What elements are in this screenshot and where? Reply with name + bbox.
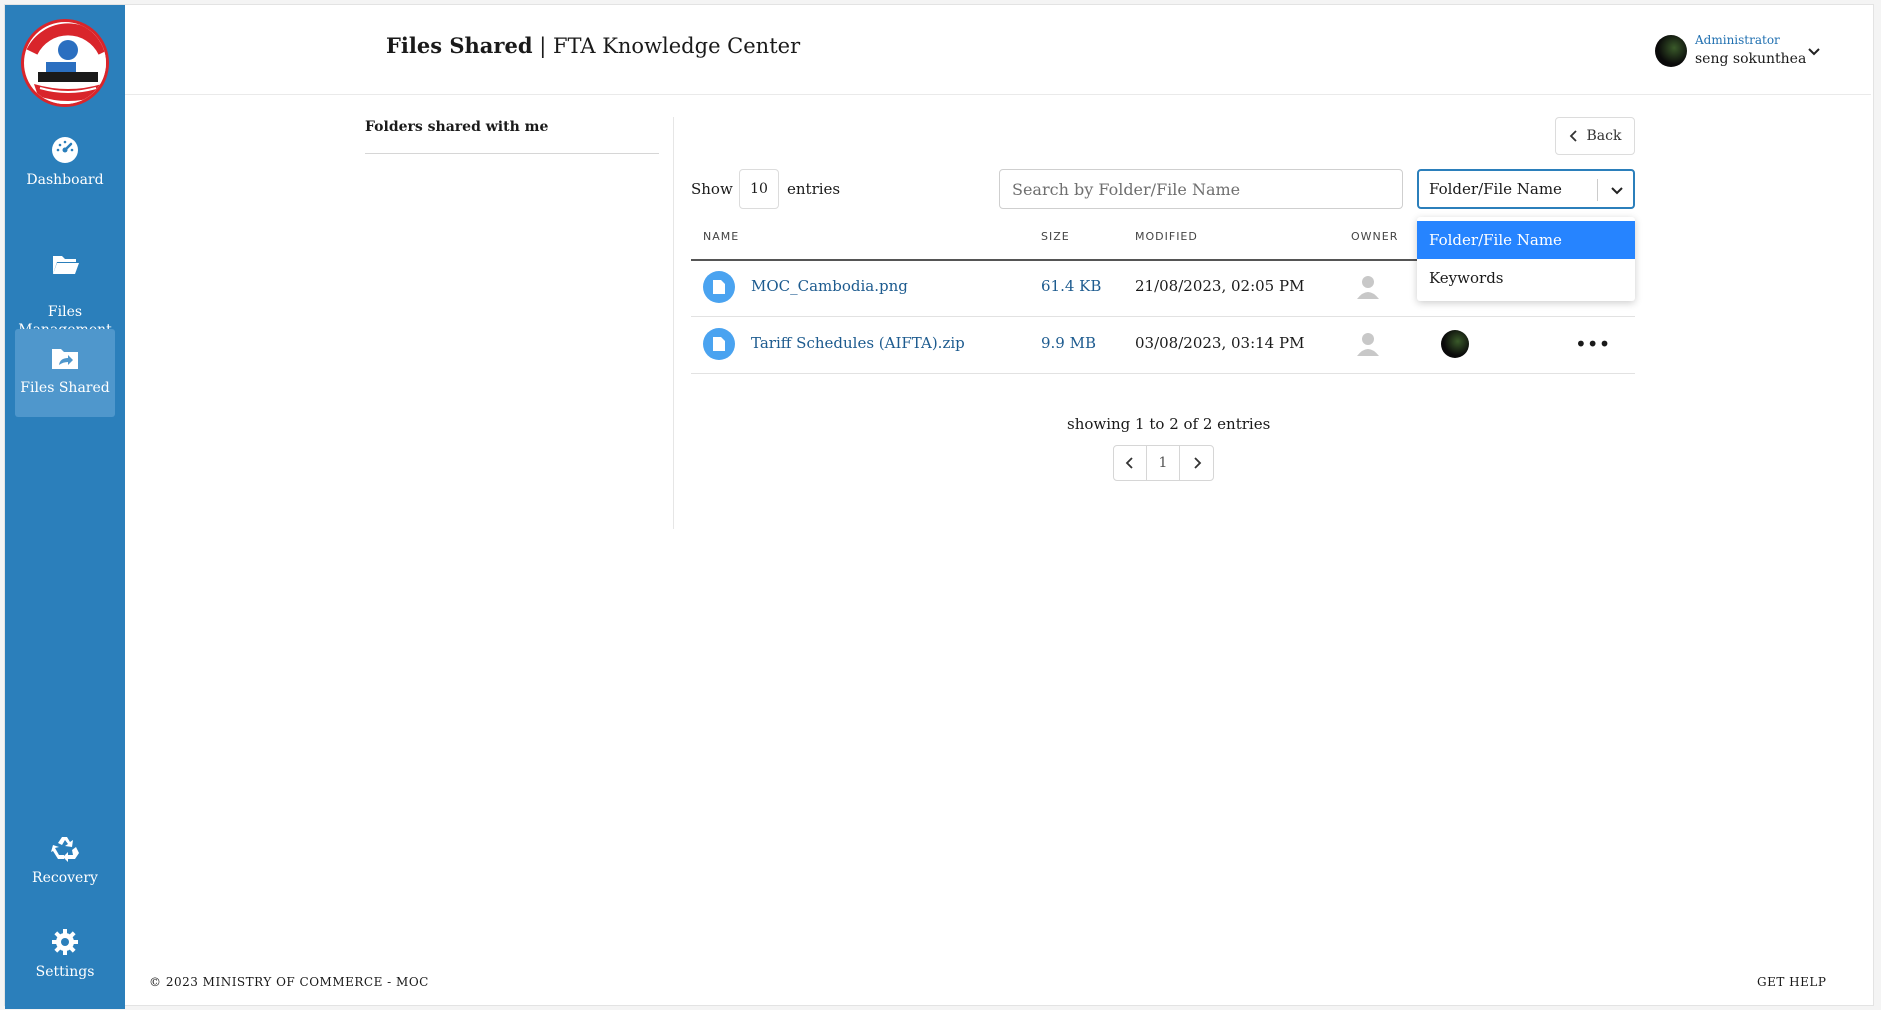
sidebar-item-label: Dashboard bbox=[26, 172, 104, 188]
sidebar-item-label: Settings bbox=[35, 964, 95, 980]
search-by-select[interactable]: Folder/File Name bbox=[1417, 169, 1635, 209]
chevron-left-icon bbox=[1125, 457, 1133, 469]
column-header-modified[interactable]: MODIFIED bbox=[1135, 230, 1198, 243]
top-header: Files Shared | FTA Knowledge Center Admi… bbox=[125, 5, 1871, 95]
entries-label: entries bbox=[787, 180, 841, 198]
ministry-logo[interactable] bbox=[21, 19, 109, 107]
back-label: Back bbox=[1586, 128, 1622, 144]
show-label: Show bbox=[691, 180, 733, 198]
user-role: Administrator bbox=[1695, 33, 1780, 47]
shared-folder-icon bbox=[52, 349, 78, 369]
chevron-right-icon bbox=[1193, 457, 1201, 469]
entries-summary: showing 1 to 2 of 2 entries bbox=[1067, 415, 1271, 433]
folders-shared-heading[interactable]: Folders shared with me bbox=[365, 119, 548, 135]
file-name-link[interactable]: Tariff Schedules (AIFTA).zip bbox=[751, 334, 965, 352]
file-modified: 03/08/2023, 03:14 PM bbox=[1135, 334, 1305, 352]
user-avatar[interactable] bbox=[1655, 35, 1687, 67]
file-icon bbox=[703, 271, 735, 303]
file-modified: 21/08/2023, 02:05 PM bbox=[1135, 277, 1305, 295]
column-header-size[interactable]: SIZE bbox=[1041, 230, 1070, 243]
file-size: 61.4 KB bbox=[1041, 277, 1102, 295]
divider bbox=[365, 153, 659, 154]
page-title-strong: Files Shared bbox=[386, 33, 533, 58]
file-size: 9.9 MB bbox=[1041, 334, 1097, 352]
sidebar-item-files-shared[interactable]: Files Shared bbox=[15, 329, 115, 417]
column-header-name[interactable]: NAME bbox=[703, 230, 739, 243]
more-options-icon[interactable]: ••• bbox=[1575, 334, 1610, 354]
dropdown-option-keywords[interactable]: Keywords bbox=[1417, 259, 1635, 297]
user-name[interactable]: seng sokunthea bbox=[1695, 51, 1806, 67]
footer-copyright: © 2023 MINISTRY OF COMMERCE - MOC bbox=[149, 975, 429, 989]
back-button[interactable]: Back bbox=[1555, 117, 1635, 155]
sidebar-item-files-management[interactable]: Files Management bbox=[15, 231, 115, 338]
row-divider bbox=[691, 316, 1635, 317]
search-input[interactable] bbox=[999, 169, 1403, 209]
page-title-app: | FTA Knowledge Center bbox=[532, 34, 801, 58]
sidebar-item-settings[interactable]: Settings bbox=[15, 927, 115, 997]
sidebar-item-label: Recovery bbox=[32, 870, 98, 886]
folder-open-icon bbox=[53, 256, 79, 274]
app-window: Dashboard Files Management Files Shared … bbox=[4, 4, 1874, 1009]
search-by-value: Folder/File Name bbox=[1429, 180, 1562, 198]
get-help-link[interactable]: GET HELP bbox=[1757, 975, 1826, 989]
sidebar-item-dashboard[interactable]: Dashboard bbox=[15, 135, 115, 205]
pagination: 1 bbox=[1113, 445, 1214, 481]
file-icon bbox=[703, 328, 735, 360]
sidebar-item-recovery[interactable]: Recovery bbox=[15, 833, 115, 903]
file-name-link[interactable]: MOC_Cambodia.png bbox=[751, 277, 908, 295]
shared-user-avatar bbox=[1441, 330, 1469, 358]
dropdown-option-folder-file-name[interactable]: Folder/File Name bbox=[1417, 221, 1635, 259]
next-page-button[interactable] bbox=[1180, 446, 1213, 480]
prev-page-button[interactable] bbox=[1114, 446, 1147, 480]
search-by-dropdown: Folder/File Name Keywords bbox=[1417, 217, 1635, 301]
chevron-down-icon[interactable] bbox=[1807, 45, 1821, 59]
row-divider bbox=[691, 373, 1635, 374]
chevron-down-icon[interactable] bbox=[1609, 182, 1625, 198]
chevron-left-icon bbox=[1569, 130, 1577, 142]
gear-icon bbox=[52, 929, 78, 955]
sidebar: Dashboard Files Management Files Shared … bbox=[5, 5, 125, 1009]
select-separator bbox=[1597, 179, 1598, 201]
sidebar-item-label: Files Shared bbox=[20, 380, 110, 396]
user-placeholder-icon bbox=[1357, 276, 1379, 299]
user-placeholder-icon bbox=[1357, 333, 1379, 356]
recycle-icon bbox=[51, 837, 79, 862]
dashboard-icon bbox=[52, 137, 78, 163]
entries-per-page-select[interactable]: 10 bbox=[739, 169, 779, 209]
panel-divider bbox=[673, 117, 674, 529]
column-header-owner[interactable]: OWNER bbox=[1351, 230, 1398, 243]
page-title: Files Shared | FTA Knowledge Center bbox=[386, 33, 800, 58]
page-button[interactable]: 1 bbox=[1147, 446, 1180, 480]
